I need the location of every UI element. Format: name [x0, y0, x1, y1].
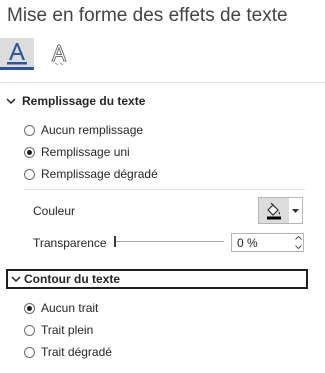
text-fill-outline-icon	[7, 42, 27, 64]
section-header-text-outline[interactable]: Contour du texte	[6, 269, 308, 289]
slider-thumb[interactable]	[114, 236, 116, 247]
radio-solid-fill[interactable]: Remplissage uni	[24, 143, 130, 161]
tab-bar	[0, 38, 325, 74]
chevron-down-icon	[289, 208, 302, 213]
transparency-label: Transparence	[33, 236, 107, 250]
radio-label: Aucun remplissage	[41, 123, 144, 137]
radio-solid-line[interactable]: Trait plein	[24, 321, 93, 339]
transparency-slider[interactable]	[114, 236, 224, 248]
spin-up-icon[interactable]	[291, 234, 305, 242]
pane-title: Mise en forme des effets de texte	[7, 5, 288, 26]
radio-button[interactable]	[24, 168, 35, 180]
radio-no-fill[interactable]: Aucun remplissage	[24, 121, 143, 139]
radio-button[interactable]	[24, 146, 35, 158]
radio-button[interactable]	[24, 124, 35, 136]
paint-bucket-icon	[259, 198, 289, 223]
transparency-spinner[interactable]	[231, 233, 304, 252]
chevron-down-icon	[0, 98, 22, 104]
color-label: Couleur	[33, 204, 76, 218]
radio-label: Remplissage uni	[41, 145, 130, 159]
radio-no-line[interactable]: Aucun trait	[24, 299, 98, 317]
fill-color-button[interactable]	[258, 197, 303, 224]
spin-down-icon[interactable]	[291, 243, 305, 251]
radio-label: Aucun trait	[41, 301, 99, 315]
radio-gradient-line[interactable]: Trait dégradé	[24, 343, 112, 361]
section-label: Remplissage du texte	[22, 94, 146, 108]
radio-label: Trait plein	[41, 323, 94, 337]
slider-track	[114, 241, 224, 242]
transparency-input[interactable]	[232, 235, 291, 250]
section-label: Contour du texte	[24, 272, 120, 286]
tab-text-effects[interactable]	[42, 38, 76, 70]
text-effects-icon	[51, 44, 67, 66]
chevron-down-icon	[8, 276, 24, 282]
radio-button[interactable]	[24, 302, 35, 314]
tab-divider	[0, 82, 325, 83]
radio-label: Trait dégradé	[41, 345, 112, 359]
section-header-text-fill[interactable]: Remplissage du texte	[0, 91, 325, 111]
tab-text-fill-outline[interactable]	[0, 38, 34, 70]
radio-gradient-fill[interactable]: Remplissage dégradé	[24, 165, 158, 183]
fill-options-divider	[24, 189, 305, 190]
spinner-arrows	[291, 234, 305, 251]
radio-button[interactable]	[24, 346, 35, 358]
radio-label: Remplissage dégradé	[41, 167, 158, 181]
radio-button[interactable]	[24, 324, 35, 336]
